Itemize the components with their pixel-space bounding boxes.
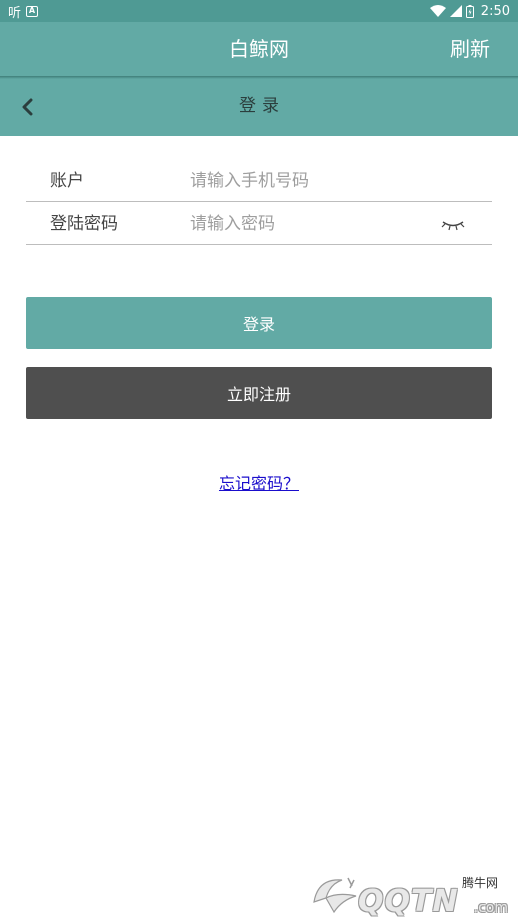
watermark-main-text: QQTN — [358, 884, 459, 919]
eye-closed-icon — [441, 221, 465, 231]
status-time: 2:50 — [480, 3, 510, 19]
password-label: 登陆密码 — [50, 214, 118, 234]
battery-icon — [465, 4, 474, 18]
status-left: 听 A — [8, 2, 39, 21]
account-input[interactable] — [190, 164, 430, 198]
app-indicator-icon: 听 — [8, 5, 21, 21]
status-right: 2:50 — [429, 3, 510, 19]
page-title: 登录 — [239, 96, 285, 116]
account-row: 账户 — [26, 158, 492, 202]
forgot-password-container: 忘记密码？ — [0, 470, 518, 494]
qqtn-logo-icon — [313, 877, 357, 914]
app-bar: 白鲸网 刷新 — [0, 22, 518, 76]
watermark-suffix: .com — [473, 900, 508, 916]
cell-signal-icon — [449, 5, 462, 17]
forgot-password-link[interactable]: 忘记密码？ — [219, 474, 299, 493]
account-label: 账户 — [50, 171, 84, 191]
refresh-button[interactable]: 刷新 — [450, 22, 490, 76]
app-title: 白鲸网 — [229, 37, 289, 61]
watermark-small-text: 腾牛网 — [461, 876, 498, 890]
watermark: 腾牛网 QQTN .com — [304, 870, 518, 922]
page-header: 登录 — [0, 79, 518, 136]
login-button[interactable]: 登录 — [26, 297, 492, 349]
a-icon: A — [26, 5, 39, 17]
toggle-password-visibility-button[interactable] — [440, 217, 466, 233]
password-input[interactable] — [190, 207, 430, 241]
register-button[interactable]: 立即注册 — [26, 367, 492, 419]
password-row: 登陆密码 — [26, 201, 492, 245]
status-bar: 听 A 2:50 — [0, 0, 518, 22]
wifi-icon — [429, 5, 446, 17]
